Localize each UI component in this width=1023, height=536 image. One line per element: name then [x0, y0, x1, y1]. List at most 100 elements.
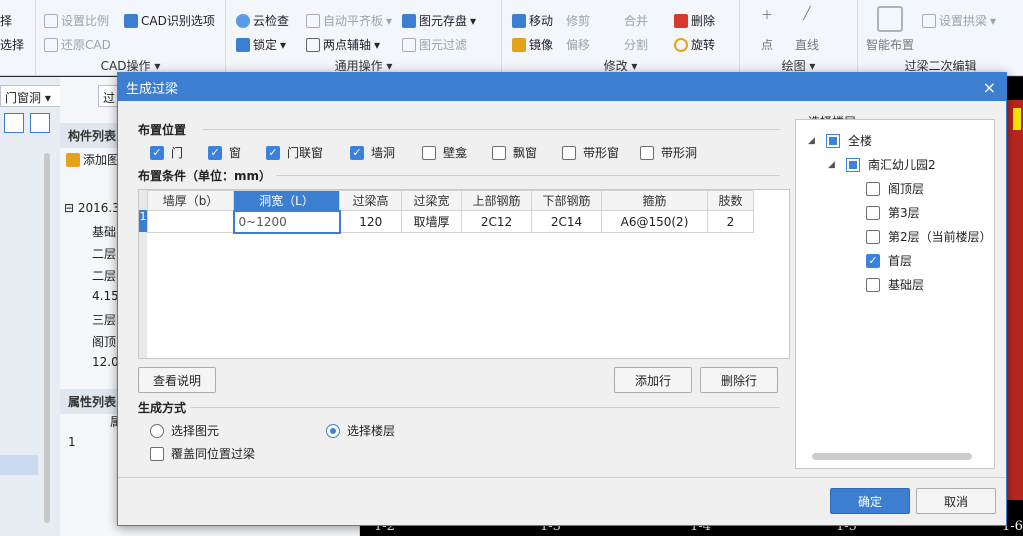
- dialog-title-bar: 生成过梁 ×: [118, 73, 1006, 101]
- table-cell[interactable]: 取墙厚: [401, 210, 462, 233]
- tree-item[interactable]: 二层: [92, 245, 116, 262]
- tree-item[interactable]: 二层: [92, 267, 116, 284]
- scale-icon: [44, 13, 58, 28]
- left-scrollbar[interactable]: [44, 153, 50, 523]
- select-button[interactable]: 择: [0, 12, 12, 29]
- tree-item[interactable]: 三层: [92, 311, 116, 328]
- divider: [202, 129, 780, 130]
- move-icon: [512, 13, 526, 28]
- column-header[interactable]: 肢数: [707, 190, 754, 211]
- floor-checkbox[interactable]: 阁顶层: [866, 180, 924, 197]
- collapse-icon[interactable]: ◢: [828, 160, 838, 170]
- smart-layout-button[interactable]: 智能布置: [862, 6, 918, 53]
- floor-checkbox[interactable]: 基础层: [866, 276, 924, 293]
- select-element-radio[interactable]: 选择图元: [150, 422, 219, 439]
- table-cell[interactable]: 0~1200: [232, 209, 341, 234]
- set-arch-lintel-button[interactable]: 设置拱梁 ▾: [922, 12, 996, 29]
- select-button-2[interactable]: 选择: [0, 36, 24, 53]
- move-button[interactable]: 移动: [512, 12, 553, 29]
- placement-checkbox[interactable]: 带形窗: [562, 144, 619, 161]
- table-cell[interactable]: A6@150(2): [601, 210, 708, 233]
- floor-tree[interactable]: ◢全楼 ◢南汇幼儿园2 阁顶层第3层第2层（当前楼层） 首层基础层: [795, 119, 995, 469]
- column-header[interactable]: 箍筋: [601, 190, 708, 211]
- rotate-button[interactable]: 旋转: [674, 36, 715, 53]
- generate-mode-title: 生成方式: [138, 401, 187, 415]
- overwrite-lintel-checkbox[interactable]: 覆盖同位置过梁: [150, 445, 255, 462]
- element-filter-button[interactable]: 图元过滤: [402, 36, 467, 53]
- conditions-grid[interactable]: 1 墙厚（b） 洞宽（L） 过梁高 过梁宽 上部钢筋 下部钢筋 箍筋 肢数 0~1200 120…: [138, 189, 790, 359]
- tree-item[interactable]: 阁顶: [92, 333, 116, 350]
- grid-view-icon[interactable]: [30, 113, 50, 133]
- auto-align-slab-button[interactable]: 自动平齐板 ▾: [306, 12, 392, 29]
- tree-item[interactable]: 基础: [92, 223, 116, 240]
- placement-checkbox[interactable]: 门: [150, 144, 183, 161]
- placement-checkbox[interactable]: 壁龛: [422, 144, 467, 161]
- save-element-button[interactable]: 图元存盘 ▾: [402, 12, 476, 29]
- floor-tree-scrollbar[interactable]: [812, 453, 972, 460]
- delete-button[interactable]: 删除: [674, 12, 715, 29]
- floor-checkbox[interactable]: 第2层（当前楼层）: [866, 228, 992, 245]
- two-point-axis-button[interactable]: 两点辅轴 ▾: [306, 36, 380, 53]
- line-tool[interactable]: ╱ 直线: [792, 6, 822, 53]
- tree-item[interactable]: 12.0: [92, 355, 119, 369]
- column-header[interactable]: 洞宽（L）: [233, 190, 340, 211]
- delete-row-button[interactable]: 删除行: [700, 367, 778, 393]
- column-header[interactable]: 墙厚（b）: [147, 190, 234, 211]
- filter-icon: [402, 37, 416, 52]
- grid-row-number[interactable]: 1: [139, 210, 147, 232]
- cad-recognize-options-button[interactable]: CAD识别选项: [124, 12, 215, 29]
- floor-checkbox[interactable]: 第3层: [866, 204, 920, 221]
- list-view-icon[interactable]: [4, 113, 24, 133]
- ribbon-group-select: 择 选择: [0, 0, 36, 76]
- table-cell[interactable]: 2C14: [531, 210, 602, 233]
- table-cell[interactable]: [147, 210, 234, 233]
- table-row[interactable]: 0~1200 120 取墙厚 2C12 2C14 A6@150(2) 2: [147, 209, 754, 234]
- tree-item[interactable]: 4.15: [92, 289, 119, 303]
- divider: [190, 407, 780, 408]
- trim-button[interactable]: 修剪: [566, 12, 590, 29]
- placement-checkbox[interactable]: 带形洞: [640, 144, 697, 161]
- divider: [118, 477, 1006, 478]
- conditions-table: 墙厚（b） 洞宽（L） 过梁高 过梁宽 上部钢筋 下部钢筋 箍筋 肢数 0~1200 120 取墙…: [147, 190, 754, 234]
- floor-all[interactable]: ◢ 全楼: [808, 132, 872, 149]
- table-cell[interactable]: 2C12: [461, 210, 532, 233]
- placement-checkbox[interactable]: 墙洞: [350, 144, 395, 161]
- floor-checkbox[interactable]: 首层: [866, 252, 912, 269]
- placement-title: 布置位置: [138, 123, 187, 137]
- floor-project[interactable]: ◢ 南汇幼儿园2: [828, 156, 936, 173]
- column-header[interactable]: 上部钢筋: [461, 190, 532, 211]
- tree-root[interactable]: ⊟ 2016.3: [64, 201, 120, 215]
- ribbon-group-lintel: 智能布置 设置拱梁 ▾ 过梁二次编辑: [858, 0, 1023, 76]
- column-header[interactable]: 过梁宽: [401, 190, 462, 211]
- collapse-icon[interactable]: ◢: [808, 136, 818, 146]
- ribbon-group-modify: 移动 修剪 合并 删除 镜像 偏移 分割 旋转 修改 ▾: [502, 0, 740, 76]
- set-scale-button[interactable]: 设置比例: [44, 12, 109, 29]
- add-icon: [66, 152, 80, 167]
- cloud-check-button[interactable]: 云检查: [236, 12, 289, 29]
- axis-icon: [306, 37, 320, 52]
- placement-checkbox[interactable]: 飘窗: [492, 144, 537, 161]
- split-button[interactable]: 分割: [624, 36, 648, 53]
- mirror-button[interactable]: 镜像: [512, 36, 553, 53]
- table-header-row: 墙厚（b） 洞宽（L） 过梁高 过梁宽 上部钢筋 下部钢筋 箍筋 肢数: [147, 190, 754, 211]
- column-header[interactable]: 过梁高: [339, 190, 402, 211]
- offset-button[interactable]: 偏移: [566, 36, 590, 53]
- cancel-button[interactable]: 取消: [916, 488, 996, 514]
- add-component-button[interactable]: 添加图: [66, 151, 119, 168]
- ok-button[interactable]: 确定: [830, 488, 910, 514]
- close-icon[interactable]: ×: [983, 78, 996, 97]
- restore-cad-button[interactable]: 还原CAD: [44, 36, 111, 53]
- selected-nav-item[interactable]: [0, 455, 38, 475]
- lock-button[interactable]: 锁定 ▾: [236, 36, 286, 53]
- table-cell[interactable]: 120: [339, 210, 402, 233]
- point-tool[interactable]: ＋点: [752, 6, 782, 53]
- column-header[interactable]: 下部钢筋: [531, 190, 602, 211]
- divider: [276, 175, 780, 176]
- select-floor-radio[interactable]: 选择楼层: [326, 422, 395, 439]
- add-row-button[interactable]: 添加行: [614, 367, 692, 393]
- table-cell[interactable]: 2: [707, 210, 754, 233]
- placement-checkbox[interactable]: 门联窗: [266, 144, 323, 161]
- view-help-button[interactable]: 查看说明: [138, 367, 216, 393]
- merge-button[interactable]: 合并: [624, 12, 648, 29]
- placement-checkbox[interactable]: 窗: [208, 144, 241, 161]
